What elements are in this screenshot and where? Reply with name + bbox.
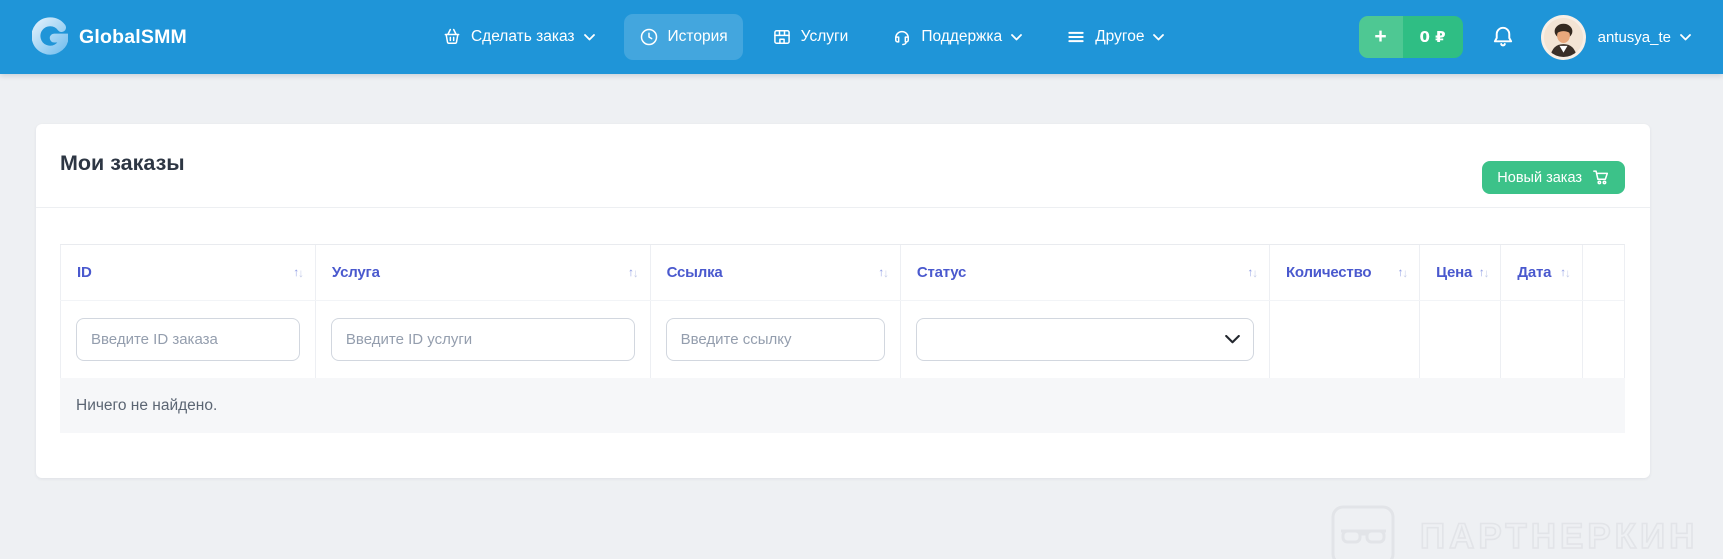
column-label: Статус bbox=[916, 264, 967, 281]
new-order-label: Новый заказ bbox=[1497, 169, 1582, 186]
page-body: Мои заказы Новый заказ ID ↑↓ Услуга ↑↓ С… bbox=[0, 74, 1723, 559]
bell-icon bbox=[1493, 26, 1512, 47]
add-funds-button[interactable]: + bbox=[1358, 16, 1403, 58]
filter-cell-link bbox=[649, 301, 900, 378]
nav-item-label: История bbox=[667, 28, 728, 45]
column-header-price[interactable]: Цена ↑↓ bbox=[1419, 245, 1500, 300]
filter-cell-quantity bbox=[1268, 301, 1419, 378]
balance-amount: 0 ₽ bbox=[1402, 16, 1463, 58]
filter-cell-status bbox=[899, 301, 1269, 378]
table-header-row: ID ↑↓ Услуга ↑↓ Ссылка ↑↓ Статус ↑↓ Коли… bbox=[60, 245, 1624, 301]
nav-item-history[interactable]: История bbox=[623, 14, 743, 60]
basket-icon bbox=[444, 28, 460, 44]
empty-state-message: Ничего не найдено. bbox=[76, 396, 218, 414]
card-header: Мои заказы Новый заказ bbox=[36, 124, 1650, 208]
nav-item-label: Поддержка bbox=[921, 28, 1003, 45]
empty-state-row: Ничего не найдено. bbox=[60, 378, 1625, 433]
filter-cell-id bbox=[60, 301, 315, 378]
cart-icon bbox=[1593, 170, 1609, 185]
orders-card: Мои заказы Новый заказ ID ↑↓ Услуга ↑↓ С… bbox=[36, 124, 1650, 478]
chevron-down-icon bbox=[583, 33, 595, 40]
column-header-service[interactable]: Услуга ↑↓ bbox=[314, 245, 650, 300]
watermark: ПАРТНЕРКИН bbox=[1330, 504, 1698, 559]
column-label: Дата bbox=[1517, 264, 1552, 281]
table-filter-row bbox=[60, 301, 1624, 378]
column-label: Количество bbox=[1285, 264, 1372, 281]
link-filter-input[interactable] bbox=[665, 318, 885, 361]
sort-icon[interactable]: ↑↓ bbox=[1556, 267, 1570, 281]
navbar-right: + 0 ₽ antusya_te bbox=[1358, 14, 1692, 60]
partnerkin-logo-icon bbox=[1331, 505, 1395, 559]
sort-icon[interactable]: ↑↓ bbox=[1243, 267, 1257, 281]
order-id-filter-input[interactable] bbox=[76, 318, 300, 361]
menu-icon bbox=[1068, 31, 1084, 43]
nav-item-services[interactable]: Услуги bbox=[757, 14, 864, 60]
sort-icon[interactable]: ↑↓ bbox=[1475, 267, 1489, 281]
column-label: ID bbox=[77, 264, 92, 281]
column-header-link[interactable]: Ссылка ↑↓ bbox=[649, 245, 900, 300]
column-label: Услуга bbox=[331, 264, 380, 281]
table-grid: ID ↑↓ Услуга ↑↓ Ссылка ↑↓ Статус ↑↓ Коли… bbox=[60, 244, 1625, 378]
chevron-down-icon bbox=[1153, 33, 1165, 40]
filter-cell-price bbox=[1419, 301, 1500, 378]
brand-logo-icon bbox=[32, 17, 68, 55]
column-header-quantity[interactable]: Количество ↑↓ bbox=[1268, 245, 1419, 300]
nav-item-label: Другое bbox=[1095, 28, 1145, 45]
watermark-text: ПАРТНЕРКИН bbox=[1419, 516, 1699, 557]
column-header-actions bbox=[1581, 245, 1624, 300]
nav-item-label: Сделать заказ bbox=[470, 28, 575, 45]
chevron-down-icon bbox=[1680, 33, 1691, 40]
status-filter-select[interactable] bbox=[915, 318, 1254, 361]
brand[interactable]: GlobalSMM bbox=[32, 16, 187, 58]
avatar[interactable] bbox=[1540, 14, 1586, 60]
column-label: Ссылка bbox=[666, 264, 723, 281]
brand-name: GlobalSMM bbox=[79, 25, 187, 48]
sort-icon[interactable]: ↑↓ bbox=[624, 267, 638, 281]
orders-table: ID ↑↓ Услуга ↑↓ Ссылка ↑↓ Статус ↑↓ Коли… bbox=[60, 244, 1625, 433]
main-nav: Сделать заказ История Услуги Поддержка Д… bbox=[427, 14, 1179, 60]
filter-cell-date bbox=[1500, 301, 1581, 378]
column-header-id[interactable]: ID ↑↓ bbox=[60, 245, 315, 300]
nav-item-label: Услуги bbox=[800, 28, 849, 45]
user-menu[interactable]: antusya_te bbox=[1598, 29, 1691, 46]
clock-icon bbox=[640, 28, 657, 46]
new-order-button[interactable]: Новый заказ bbox=[1482, 161, 1625, 194]
service-id-filter-input[interactable] bbox=[330, 318, 635, 361]
balance-widget[interactable]: + 0 ₽ bbox=[1358, 16, 1463, 58]
filter-cell-actions bbox=[1581, 301, 1624, 378]
sort-icon[interactable]: ↑↓ bbox=[289, 267, 303, 281]
nav-item-support[interactable]: Поддержка bbox=[877, 14, 1037, 60]
column-header-date[interactable]: Дата ↑↓ bbox=[1500, 245, 1581, 300]
storefront-icon bbox=[773, 30, 790, 44]
notifications-button[interactable] bbox=[1490, 24, 1516, 50]
avatar-image bbox=[1543, 17, 1583, 57]
column-label: Цена bbox=[1436, 264, 1473, 281]
filter-cell-service bbox=[314, 301, 650, 378]
headset-icon bbox=[895, 30, 910, 46]
nav-item-other[interactable]: Другое bbox=[1051, 14, 1179, 60]
chevron-down-icon bbox=[1011, 33, 1023, 40]
top-navbar: GlobalSMM Сделать заказ История Услуги П… bbox=[0, 0, 1723, 74]
nav-item-create-order[interactable]: Сделать заказ bbox=[427, 14, 610, 60]
sort-icon[interactable]: ↑↓ bbox=[1394, 267, 1408, 281]
page-title: Мои заказы bbox=[60, 151, 185, 175]
sort-icon[interactable]: ↑↓ bbox=[874, 267, 888, 281]
username: antusya_te bbox=[1597, 28, 1671, 46]
column-header-status[interactable]: Статус ↑↓ bbox=[899, 245, 1269, 300]
